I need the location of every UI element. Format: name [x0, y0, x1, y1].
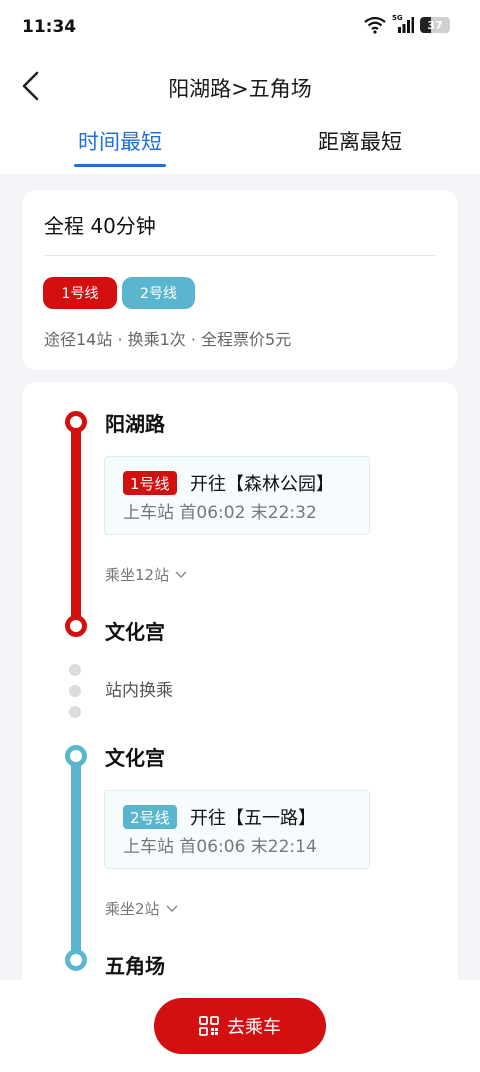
ride-stops-label: 乘坐12站: [105, 566, 170, 584]
line-badge-2: 2号线: [122, 277, 195, 309]
active-tab-indicator: [74, 164, 166, 167]
go-ride-label: 去乘车: [227, 1017, 281, 1038]
battery-level: 37: [427, 18, 443, 32]
route-detail-card: 阳湖路 1号线 开往【森林公园】 上车站 首06:02 末22:32 乘坐12站…: [22, 382, 458, 1022]
direction-text: 开往【森林公园】: [190, 474, 334, 495]
wifi-icon: [364, 16, 386, 34]
station-name: 五角场: [105, 954, 165, 978]
route-tabs: 时间最短 距离最短: [0, 118, 480, 174]
page-title: 阳湖路>五角场: [168, 77, 312, 101]
station-name: 文化宫: [105, 620, 165, 644]
station-dot: [65, 949, 87, 971]
station-name: 阳湖路: [105, 412, 165, 436]
transfer-dot: [69, 706, 81, 718]
station-dot: [65, 615, 87, 637]
tab-shortest-time[interactable]: 时间最短: [20, 126, 220, 166]
route-summary-card: 全程 40分钟 1号线 2号线 途径14站 · 换乘1次 · 全程票价5元: [22, 190, 458, 370]
transfer-dot: [69, 664, 81, 676]
transfer-label: 站内换乘: [105, 681, 173, 701]
ride-stops-toggle[interactable]: 乘坐2站: [105, 898, 178, 919]
line-2-track: [71, 756, 81, 960]
line-1-track: [71, 422, 81, 626]
status-bar: 11:34 5G 37: [0, 0, 480, 56]
first-last-times: 上车站 首06:02 末22:32: [123, 503, 317, 523]
direction-line-badge: 2号线: [123, 805, 177, 829]
chevron-down-icon: [166, 905, 178, 912]
ride-stops-toggle[interactable]: 乘坐12站: [105, 564, 187, 585]
total-duration: 全程 40分钟: [44, 214, 156, 238]
direction-line-badge: 1号线: [123, 471, 177, 495]
station-name: 文化宫: [105, 746, 165, 770]
direction-box-line-2: 2号线 开往【五一路】 上车站 首06:06 末22:14: [104, 790, 370, 869]
status-icons: 5G 37: [364, 14, 450, 34]
direction-box-line-1: 1号线 开往【森林公园】 上车站 首06:02 末22:32: [104, 456, 370, 535]
first-last-times: 上车站 首06:06 末22:14: [123, 837, 317, 857]
station-dot: [65, 745, 87, 767]
ride-stops-label: 乘坐2站: [105, 900, 160, 918]
direction-text: 开往【五一路】: [190, 808, 316, 829]
go-ride-button[interactable]: 去乘车: [154, 998, 326, 1054]
bottom-action-bar: 去乘车: [0, 980, 480, 1072]
battery-icon: 37: [420, 17, 450, 33]
line-badge-1: 1号线: [43, 277, 117, 309]
tab-shortest-distance[interactable]: 距离最短: [260, 126, 460, 166]
qr-code-icon: [199, 1016, 219, 1036]
nav-bar: 阳湖路>五角场: [0, 56, 480, 118]
status-time: 11:34: [22, 17, 77, 37]
divider: [44, 255, 436, 256]
network-type: 5G: [392, 14, 403, 22]
station-dot: [65, 411, 87, 433]
route-info: 途径14站 · 换乘1次 · 全程票价5元: [44, 330, 292, 349]
transfer-dot: [69, 685, 81, 697]
chevron-down-icon: [175, 571, 187, 578]
cellular-signal-icon: 5G: [392, 14, 414, 34]
